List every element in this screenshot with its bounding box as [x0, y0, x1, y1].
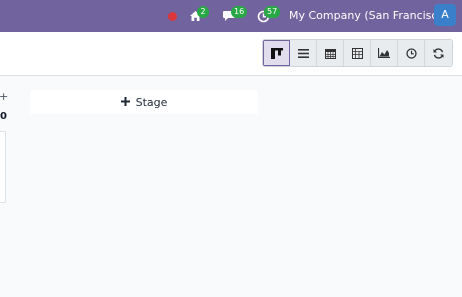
activity-view-button[interactable] [398, 40, 425, 66]
refresh-view-button[interactable] [425, 40, 452, 66]
kanban-view-button[interactable] [263, 40, 290, 66]
pivot-icon [351, 47, 363, 59]
user-avatar[interactable]: A [434, 4, 456, 26]
view-switcher [262, 39, 453, 67]
column-quick-create-icon[interactable]: + [0, 90, 8, 103]
messages-badge: 2 [197, 6, 209, 18]
add-stage-label: Stage [135, 95, 168, 109]
graph-icon [378, 48, 390, 58]
control-panel [0, 32, 462, 76]
activity-badge: 16 [231, 6, 248, 18]
calendar-view-button[interactable] [317, 40, 344, 66]
graph-view-button[interactable] [371, 40, 398, 66]
kanban-icon [270, 47, 283, 59]
top-navbar: 2 16 57 My Company (San Francisco) A [0, 0, 462, 32]
calendar-icon [324, 48, 336, 59]
pivot-view-button[interactable] [344, 40, 371, 66]
refresh-icon [433, 47, 444, 59]
plus-icon [120, 95, 130, 110]
add-stage-button[interactable]: Stage [30, 90, 258, 114]
list-icon [297, 48, 309, 58]
company-switcher[interactable]: My Company (San Francisco) [289, 9, 448, 22]
activity-clock-icon [405, 47, 417, 59]
clock-badge: 57 [264, 6, 281, 18]
list-view-button[interactable] [290, 40, 317, 66]
recording-indicator-icon[interactable] [168, 12, 177, 21]
kanban-card-edge[interactable] [0, 131, 6, 203]
column-count: 0 [0, 111, 7, 122]
